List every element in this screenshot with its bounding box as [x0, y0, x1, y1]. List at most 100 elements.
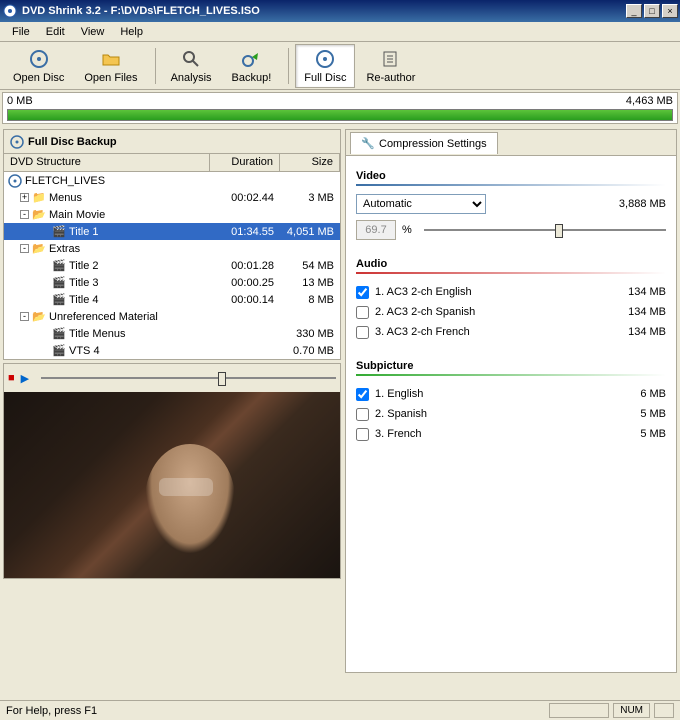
- tab-compression[interactable]: 🔧 Compression Settings: [350, 132, 498, 154]
- folder-icon: 📂: [32, 242, 46, 256]
- reauthor-label: Re-author: [366, 72, 415, 84]
- full-disc-button[interactable]: Full Disc: [295, 44, 355, 88]
- full-disc-icon: [314, 48, 336, 70]
- stop-button[interactable]: ■: [8, 372, 15, 384]
- title-icon: 🎬: [52, 327, 66, 341]
- tree-body[interactable]: FLETCH_LIVES +📁Menus 00:02.44 3 MB -📂Mai…: [4, 172, 340, 359]
- compression-ratio-input[interactable]: [356, 220, 396, 240]
- tree-row-title-menus[interactable]: 🎬Title Menus 330 MB: [4, 325, 340, 342]
- audio-size: 134 MB: [606, 326, 666, 338]
- toolbar-separator: [288, 48, 289, 84]
- right-pane: 🔧 Compression Settings Video Automatic 3…: [345, 129, 677, 673]
- subpicture-label: 1. English: [375, 388, 423, 400]
- reauthor-icon: [380, 48, 402, 70]
- subpicture-checkbox-label[interactable]: 2. Spanish: [356, 408, 606, 421]
- subpicture-size: 5 MB: [606, 428, 666, 440]
- tab-label: Compression Settings: [379, 138, 487, 150]
- expand-icon[interactable]: +: [20, 193, 29, 202]
- wrench-icon: 🔧: [361, 137, 375, 151]
- tree-label: Main Movie: [49, 209, 105, 221]
- subpicture-checkbox-label[interactable]: 3. French: [356, 428, 606, 441]
- audio-checkbox[interactable]: [356, 306, 369, 319]
- tree-row-menus[interactable]: +📁Menus 00:02.44 3 MB: [4, 189, 340, 206]
- reauthor-button[interactable]: Re-author: [357, 44, 424, 88]
- subpicture-checkbox[interactable]: [356, 428, 369, 441]
- collapse-icon[interactable]: -: [20, 244, 29, 253]
- status-help: For Help, press F1: [6, 705, 97, 717]
- disc-icon: [10, 135, 24, 149]
- preview-video[interactable]: [4, 392, 340, 578]
- title-icon: 🎬: [52, 344, 66, 358]
- status-num: NUM: [613, 703, 650, 718]
- app-icon: [2, 3, 18, 19]
- left-header-label: Full Disc Backup: [28, 136, 117, 148]
- subpicture-size: 5 MB: [606, 408, 666, 420]
- title-icon: 🎬: [52, 276, 66, 290]
- open-disc-button[interactable]: Open Disc: [4, 44, 73, 88]
- th-size[interactable]: Size: [280, 154, 340, 171]
- menu-file[interactable]: File: [4, 24, 38, 40]
- list-item: 1. English6 MB: [356, 384, 666, 404]
- audio-checkbox[interactable]: [356, 286, 369, 299]
- menu-view[interactable]: View: [73, 24, 113, 40]
- tree-row-title2[interactable]: 🎬Title 2 00:01.28 54 MB: [4, 257, 340, 274]
- tree-label: Title 2: [69, 260, 99, 272]
- list-item: 2. AC3 2-ch Spanish 134 MB: [356, 302, 666, 322]
- audio-checkbox[interactable]: [356, 326, 369, 339]
- preview-slider[interactable]: [41, 368, 336, 388]
- tree-label: Menus: [49, 192, 82, 204]
- analysis-button[interactable]: Analysis: [162, 44, 221, 88]
- audio-size: 134 MB: [606, 306, 666, 318]
- percent-label: %: [402, 224, 412, 236]
- play-button[interactable]: ▶: [21, 372, 29, 385]
- tree-row-unref[interactable]: -📂Unreferenced Material: [4, 308, 340, 325]
- tree-label: Title Menus: [69, 328, 125, 340]
- close-button[interactable]: ×: [662, 4, 678, 18]
- progress-end: 4,463 MB: [626, 95, 673, 107]
- collapse-icon[interactable]: -: [20, 210, 29, 219]
- open-disc-label: Open Disc: [13, 72, 64, 84]
- disc-icon: [8, 174, 22, 188]
- audio-checkbox-label[interactable]: 1. AC3 2-ch English: [356, 286, 606, 299]
- backup-button[interactable]: Backup!: [223, 44, 281, 88]
- open-files-label: Open Files: [84, 72, 137, 84]
- subpicture-checkbox-label[interactable]: 1. English: [356, 388, 606, 401]
- tree-row-main-movie[interactable]: -📂Main Movie: [4, 206, 340, 223]
- audio-label: 1. AC3 2-ch English: [375, 286, 472, 298]
- tree-row-title1[interactable]: 🎬Title 1 01:34.55 4,051 MB: [4, 223, 340, 240]
- folder-icon: 📁: [32, 191, 46, 205]
- tree-row-title3[interactable]: 🎬Title 3 00:00.25 13 MB: [4, 274, 340, 291]
- list-item: 3. French5 MB: [356, 424, 666, 444]
- th-structure[interactable]: DVD Structure: [4, 154, 210, 171]
- status-empty-cell: [549, 703, 609, 718]
- disc-icon: [28, 48, 50, 70]
- audio-size: 134 MB: [606, 286, 666, 298]
- open-files-button[interactable]: Open Files: [75, 44, 146, 88]
- compression-slider[interactable]: [424, 220, 666, 240]
- video-section-title: Video: [356, 170, 666, 182]
- tree-row-title4[interactable]: 🎬Title 4 00:00.14 8 MB: [4, 291, 340, 308]
- collapse-icon[interactable]: -: [20, 312, 29, 321]
- titlebar: DVD Shrink 3.2 - F:\DVDs\FLETCH_LIVES.IS…: [0, 0, 680, 22]
- subpicture-checkbox[interactable]: [356, 408, 369, 421]
- folder-icon: 📂: [32, 310, 46, 324]
- maximize-button[interactable]: □: [644, 4, 660, 18]
- menu-help[interactable]: Help: [112, 24, 151, 40]
- full-disc-label: Full Disc: [304, 72, 346, 84]
- folder-icon: 📂: [32, 208, 46, 222]
- tree-row-root[interactable]: FLETCH_LIVES: [4, 172, 340, 189]
- left-pane: Full Disc Backup DVD Structure Duration …: [3, 129, 341, 360]
- audio-label: 2. AC3 2-ch Spanish: [375, 306, 475, 318]
- subpicture-label: 2. Spanish: [375, 408, 427, 420]
- tree-label: Title 3: [69, 277, 99, 289]
- tree-row-vts4[interactable]: 🎬VTS 4 0.70 MB: [4, 342, 340, 359]
- th-duration[interactable]: Duration: [210, 154, 280, 171]
- subpicture-checkbox[interactable]: [356, 388, 369, 401]
- size-progress: 0 MB 4,463 MB: [2, 92, 678, 124]
- audio-checkbox-label[interactable]: 2. AC3 2-ch Spanish: [356, 306, 606, 319]
- video-mode-select[interactable]: Automatic: [356, 194, 486, 214]
- minimize-button[interactable]: _: [626, 4, 642, 18]
- tree-row-extras[interactable]: -📂Extras: [4, 240, 340, 257]
- audio-checkbox-label[interactable]: 3. AC3 2-ch French: [356, 326, 606, 339]
- menu-edit[interactable]: Edit: [38, 24, 73, 40]
